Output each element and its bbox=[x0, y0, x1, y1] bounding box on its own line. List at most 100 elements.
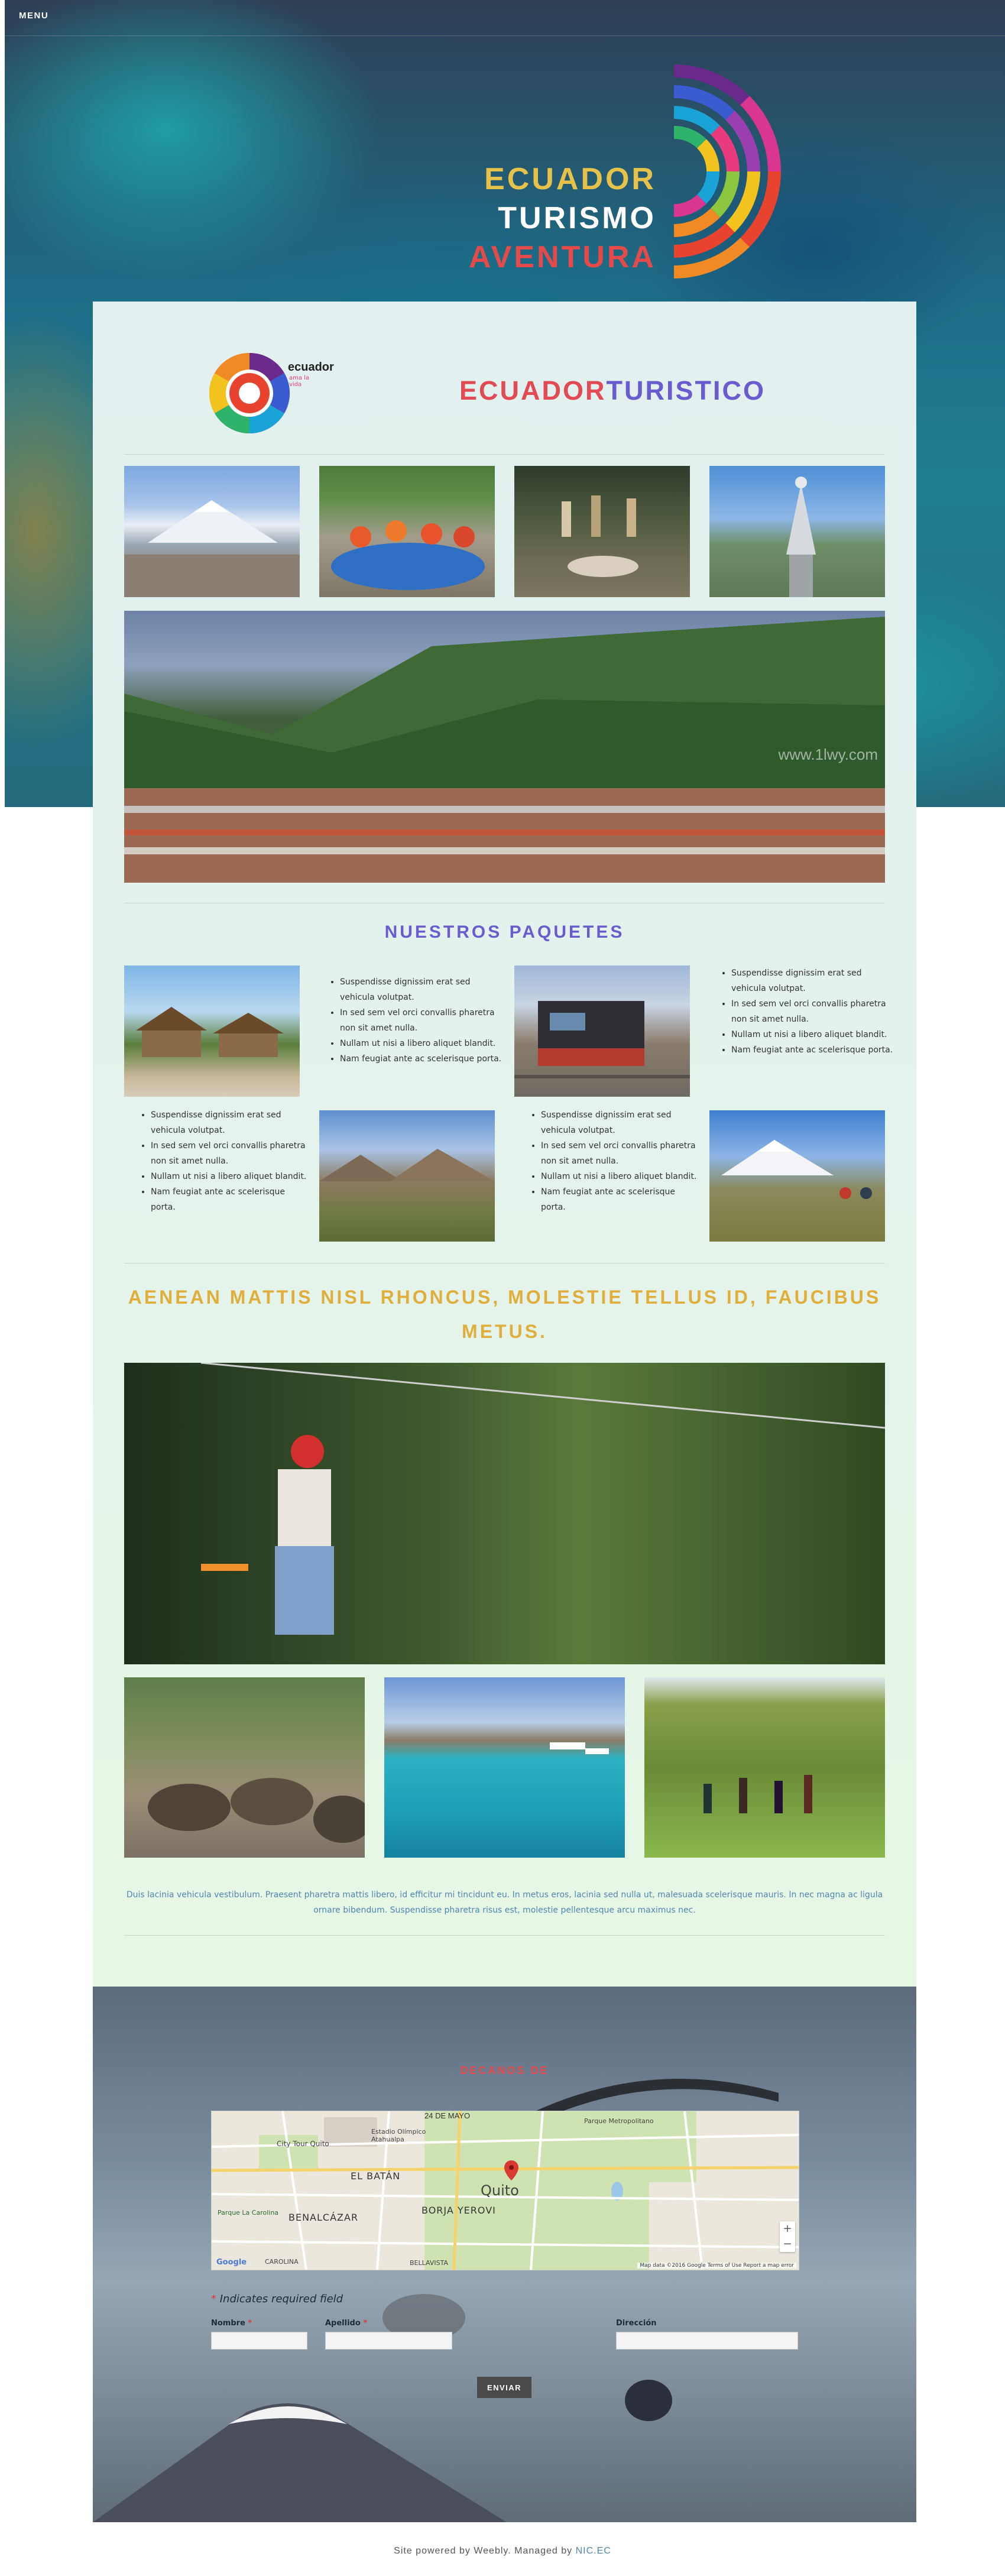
brand-title: ECUADORTURISTICO bbox=[459, 375, 766, 406]
snowy-volcano-icon bbox=[124, 500, 300, 597]
photo-hikers-cave[interactable] bbox=[514, 466, 690, 597]
package-list-1: Suspendisse dignissim erat sed vehicula … bbox=[328, 974, 507, 1067]
contact-title: DECANOS DE bbox=[460, 2065, 549, 2076]
photo-rafting-group[interactable] bbox=[319, 466, 495, 597]
last-name-label-text: Apellido bbox=[325, 2319, 361, 2328]
map-label: Parque La Carolina bbox=[218, 2209, 279, 2217]
submit-button[interactable]: ENVIAR bbox=[477, 2377, 531, 2398]
hero-line-3: AVENTURA bbox=[468, 240, 656, 274]
list-item: Nullam ut nisi a libero aliquet blandit. bbox=[151, 1169, 312, 1184]
snow-volcano-riders-icon bbox=[721, 1140, 872, 1199]
packages-title: NUESTROS PAQUETES bbox=[384, 922, 625, 942]
photo-cabanas[interactable] bbox=[124, 965, 300, 1097]
hikers-icon bbox=[562, 495, 638, 577]
footer-text: Site powered by Weebly. Managed by bbox=[394, 2546, 576, 2556]
list-item: In sed sem vel orci convallis pharetra n… bbox=[151, 1138, 312, 1169]
map-label: CAROLINA bbox=[265, 2258, 299, 2266]
brand-title-part2: TURISTICO bbox=[606, 375, 766, 406]
photographers-icon bbox=[704, 1775, 812, 1813]
required-star: * bbox=[248, 2319, 252, 2328]
last-name-label: Apellido * bbox=[325, 2319, 367, 2328]
divider bbox=[124, 1935, 885, 1936]
photo-mountains[interactable] bbox=[319, 1110, 495, 1242]
tortoise-icon bbox=[148, 1778, 365, 1843]
statue-icon bbox=[786, 477, 816, 597]
list-item: Nam feugiat ante ac scelerisque porta. bbox=[340, 1051, 507, 1067]
list-item: In sed sem vel orci convallis pharetra n… bbox=[541, 1138, 702, 1169]
list-item: Nam feugiat ante ac scelerisque porta. bbox=[541, 1184, 702, 1215]
hero-rainbow-logo-icon bbox=[673, 64, 781, 278]
photo-volcano-city[interactable] bbox=[124, 466, 300, 597]
photo-zipline[interactable] bbox=[124, 1363, 885, 1664]
list-item: Nam feugiat ante ac scelerisque porta. bbox=[731, 1042, 897, 1058]
contact-section: DECANOS DE 24 DE MAYO Estadio Olímpico A… bbox=[93, 1987, 916, 2522]
divider bbox=[124, 454, 885, 455]
required-star: * bbox=[211, 2293, 216, 2305]
package-list-4: Suspendisse dignissim erat sed vehicula … bbox=[529, 1107, 702, 1215]
map-zoom-control: + − bbox=[780, 2221, 795, 2252]
required-note-text: Indicates required field bbox=[219, 2293, 343, 2305]
brand-logo-subtext: ama la vida bbox=[289, 375, 310, 388]
map-label: Parque Metropolitano bbox=[584, 2117, 654, 2125]
required-star: * bbox=[363, 2319, 368, 2328]
brand-logo-text: ecuador bbox=[288, 361, 334, 374]
footer-link[interactable]: NIC.EC bbox=[576, 2546, 611, 2556]
list-item: Nullam ut nisi a libero aliquet blandit. bbox=[340, 1036, 507, 1051]
boats-icon bbox=[550, 1742, 609, 1754]
brand-logo: ecuador ama la vida bbox=[205, 349, 334, 438]
map-label: EL BATÁN bbox=[351, 2170, 401, 2182]
list-item: In sed sem vel orci convallis pharetra n… bbox=[731, 996, 897, 1027]
zoom-out-button[interactable]: − bbox=[780, 2237, 795, 2252]
list-item: Nam feugiat ante ac scelerisque porta. bbox=[151, 1184, 312, 1215]
list-item: Suspendisse dignissim erat sed vehicula … bbox=[541, 1107, 702, 1138]
photo-cotopaxi-riders[interactable] bbox=[709, 1110, 885, 1242]
required-field-note: * Indicates required field bbox=[211, 2293, 343, 2305]
map-label: 24 DE MAYO bbox=[424, 2111, 471, 2120]
map-label: BELLAVISTA bbox=[410, 2259, 448, 2267]
package-list-3: Suspendisse dignissim erat sed vehicula … bbox=[139, 1107, 312, 1215]
zipline-person-icon bbox=[200, 1363, 885, 1635]
photo-photographers[interactable] bbox=[644, 1677, 885, 1858]
brand-title-part1: ECUADOR bbox=[459, 375, 607, 406]
cabin-icon bbox=[136, 1007, 284, 1057]
list-item: In sed sem vel orci convallis pharetra n… bbox=[340, 1005, 507, 1036]
map-label: Quito bbox=[481, 2182, 519, 2199]
menu-button[interactable]: MENU bbox=[19, 11, 48, 21]
section2-title: AENEAN MATTIS NISL RHONCUS, MOLESTIE TEL… bbox=[128, 1287, 881, 1342]
name-label: Nombre * bbox=[211, 2319, 252, 2328]
address-label: Dirección bbox=[616, 2319, 657, 2328]
address-field[interactable] bbox=[616, 2332, 798, 2350]
map-label: BENALCÁZAR bbox=[288, 2212, 359, 2223]
zoom-in-button[interactable]: + bbox=[780, 2221, 795, 2237]
rafting-people-icon bbox=[331, 520, 485, 590]
photo-train[interactable] bbox=[514, 965, 690, 1097]
list-item: Suspendisse dignissim erat sed vehicula … bbox=[340, 974, 507, 1005]
rainbow-spiral-logo-icon bbox=[209, 352, 290, 434]
last-name-field[interactable] bbox=[325, 2332, 452, 2350]
photo-tortoises[interactable] bbox=[124, 1677, 365, 1858]
google-logo: Google bbox=[216, 2258, 247, 2267]
list-item: Nullam ut nisi a libero aliquet blandit. bbox=[731, 1027, 897, 1042]
hero-line-1: ECUADOR bbox=[484, 162, 656, 196]
photo-virgin-statue[interactable] bbox=[709, 466, 885, 597]
map-label: BORJA YEROVI bbox=[422, 2205, 496, 2216]
watermark-text: www.1lwy.com bbox=[778, 746, 878, 763]
hero-title: ECUADOR TURISMO AVENTURA bbox=[469, 160, 656, 277]
name-label-text: Nombre bbox=[211, 2319, 245, 2328]
site-footer: Site powered by Weebly. Managed by NIC.E… bbox=[0, 2546, 1005, 2556]
package-list-2: Suspendisse dignissim erat sed vehicula … bbox=[719, 965, 897, 1058]
mountain-town-icon bbox=[124, 617, 885, 883]
hero-line-2: TURISMO bbox=[498, 201, 656, 235]
map-label: Estadio Olímpico Atahualpa bbox=[371, 2128, 426, 2143]
list-item: Suspendisse dignissim erat sed vehicula … bbox=[151, 1107, 312, 1138]
location-map[interactable]: 24 DE MAYO Estadio Olímpico Atahualpa Ci… bbox=[211, 2111, 799, 2270]
photo-town-panorama[interactable]: www.1lwy.com bbox=[124, 611, 885, 883]
photo-bay[interactable] bbox=[384, 1677, 625, 1858]
top-navigation-bar: MENU bbox=[0, 0, 1005, 36]
map-label: City Tour Quito bbox=[277, 2140, 329, 2148]
gallery-caption: Duis lacinia vehicula vestibulum. Praese… bbox=[126, 1890, 883, 1915]
list-item: Suspendisse dignissim erat sed vehicula … bbox=[731, 965, 897, 996]
train-icon bbox=[514, 1001, 690, 1078]
map-attribution[interactable]: Map data ©2016 Google Terms of Use Repor… bbox=[637, 2263, 796, 2269]
name-field[interactable] bbox=[211, 2332, 307, 2350]
